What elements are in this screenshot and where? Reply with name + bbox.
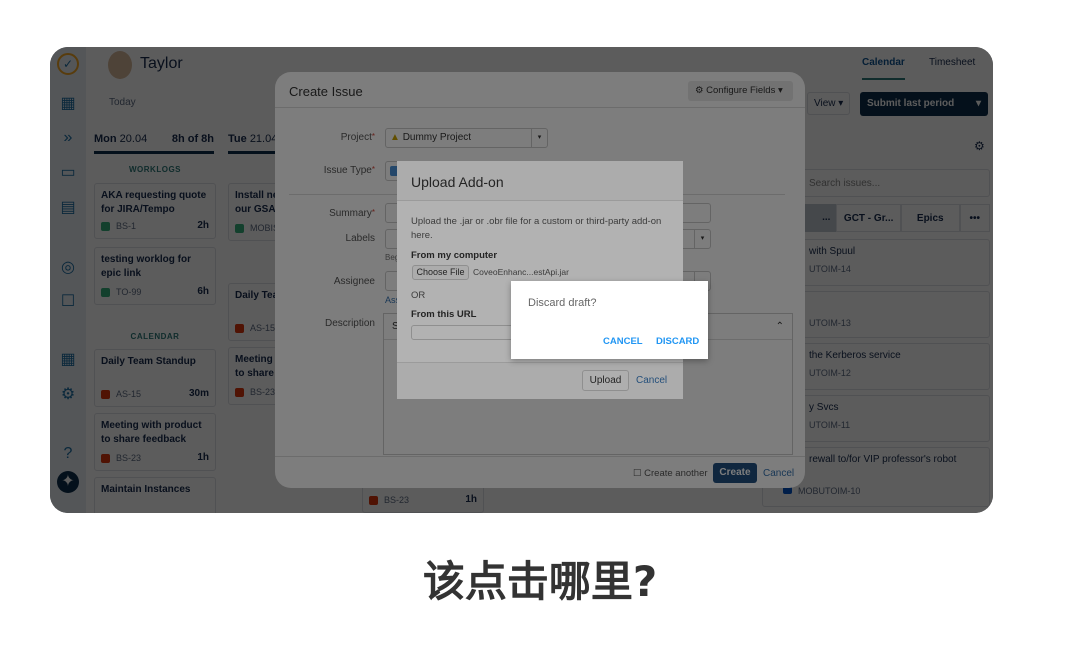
issue-tab[interactable]: Epics (900, 204, 960, 232)
question-caption: 该点击哪里? (422, 557, 658, 606)
upload-addon-dialog: Upload Add-on Upload the .jar or .obr fi… (397, 161, 683, 399)
create-button[interactable]: Create (713, 463, 757, 483)
calendar-icon[interactable]: ▦ (57, 93, 79, 115)
from-url-label: From this URL (411, 309, 477, 320)
more-tabs-button[interactable]: ••• (959, 204, 990, 232)
day-header-tue[interactable]: Tue 21.04 (228, 133, 277, 154)
or-label: OR (411, 290, 426, 301)
upload-description: Upload the .jar or .obr file for a custo… (411, 216, 662, 241)
project-select[interactable]: ▲ Dummy Project ▾ (385, 128, 548, 148)
logo-check-icon: ✓ (57, 53, 79, 75)
from-computer-label: From my computer (411, 250, 498, 261)
configure-fields-button[interactable]: ⚙ Configure Fields ▾ (688, 81, 793, 101)
tab-calendar[interactable]: Calendar (862, 57, 905, 80)
calendar-section: CALENDAR (130, 332, 180, 341)
project-label: Project* (340, 132, 375, 143)
apps-grid-icon[interactable]: ▦ (57, 349, 79, 371)
day-header-mon[interactable]: Mon 20.04 8h of 8h (94, 133, 214, 154)
description-label: Description (324, 318, 375, 329)
issue-type-label: Issue Type* (323, 165, 375, 176)
calendar-card[interactable]: Maintain Instances (94, 477, 216, 513)
summary-label: Summary* (329, 208, 375, 219)
dialog-title: Create Issue (289, 84, 363, 99)
create-another-checkbox[interactable]: ☐ Create another (633, 468, 708, 479)
cancel-link[interactable]: Cancel (763, 468, 794, 479)
folder-chart-icon[interactable]: ▭ (57, 162, 79, 184)
forward-icon[interactable]: » (57, 127, 79, 149)
collapse-icon[interactable]: ⌃ (776, 321, 784, 332)
cancel-link[interactable]: Cancel (636, 375, 667, 386)
worklogs-section: WORKLOGS (129, 165, 181, 174)
today-button[interactable]: Today (109, 97, 136, 108)
calendar-card[interactable]: Meeting with product to share feedback BS… (94, 413, 216, 471)
user-name: Taylor (140, 55, 183, 72)
cancel-button[interactable]: CANCEL (603, 336, 643, 347)
upload-button[interactable]: Upload (582, 370, 629, 391)
worklog-card[interactable]: AKA requesting quote for JIRA/Tempo BS-1 2… (94, 183, 216, 239)
calendar-card[interactable]: Daily Team Standup AS-15 30m (94, 349, 216, 407)
avatar (108, 51, 132, 79)
choose-file-button[interactable]: Choose File (412, 265, 469, 280)
settings-gear-icon[interactable]: ⚙ (974, 139, 985, 153)
dialog-title: Upload Add-on (397, 161, 683, 201)
team-icon[interactable]: ◎ (57, 257, 79, 279)
dialog-title: Discard draft? (528, 297, 597, 309)
sidebar: ✓ ▦ » ▭ ▤ ◎ ☐ ▦ ⚙ ? ✦ (50, 47, 86, 513)
submit-period-button[interactable]: Submit last period ▾ (860, 92, 988, 116)
labels-label: Labels (345, 233, 375, 244)
help-icon[interactable]: ? (57, 443, 79, 465)
issue-tab[interactable]: GCT - Gr... (836, 204, 901, 232)
discard-draft-dialog: Discard draft? CANCEL DISCARD (511, 281, 708, 359)
settings-gear-icon[interactable]: ⚙ (57, 384, 79, 406)
tab-timesheet[interactable]: Timesheet (929, 57, 975, 68)
view-dropdown[interactable]: View ▾ (807, 92, 851, 115)
user-icon[interactable]: ☐ (57, 291, 79, 313)
assignee-label: Assignee (333, 276, 375, 287)
report-icon[interactable]: ▤ (57, 197, 79, 219)
discard-button[interactable]: DISCARD (656, 336, 699, 347)
file-name: CoveoEnhanc...estApi.jar (473, 267, 569, 277)
worklog-card[interactable]: testing worklog for epic link TO-99 6h (94, 247, 216, 305)
app-window: ✓ ▦ » ▭ ▤ ◎ ☐ ▦ ⚙ ? ✦ Taylor Today Mon 2… (50, 47, 993, 513)
pin-icon[interactable]: ✦ (57, 471, 79, 493)
